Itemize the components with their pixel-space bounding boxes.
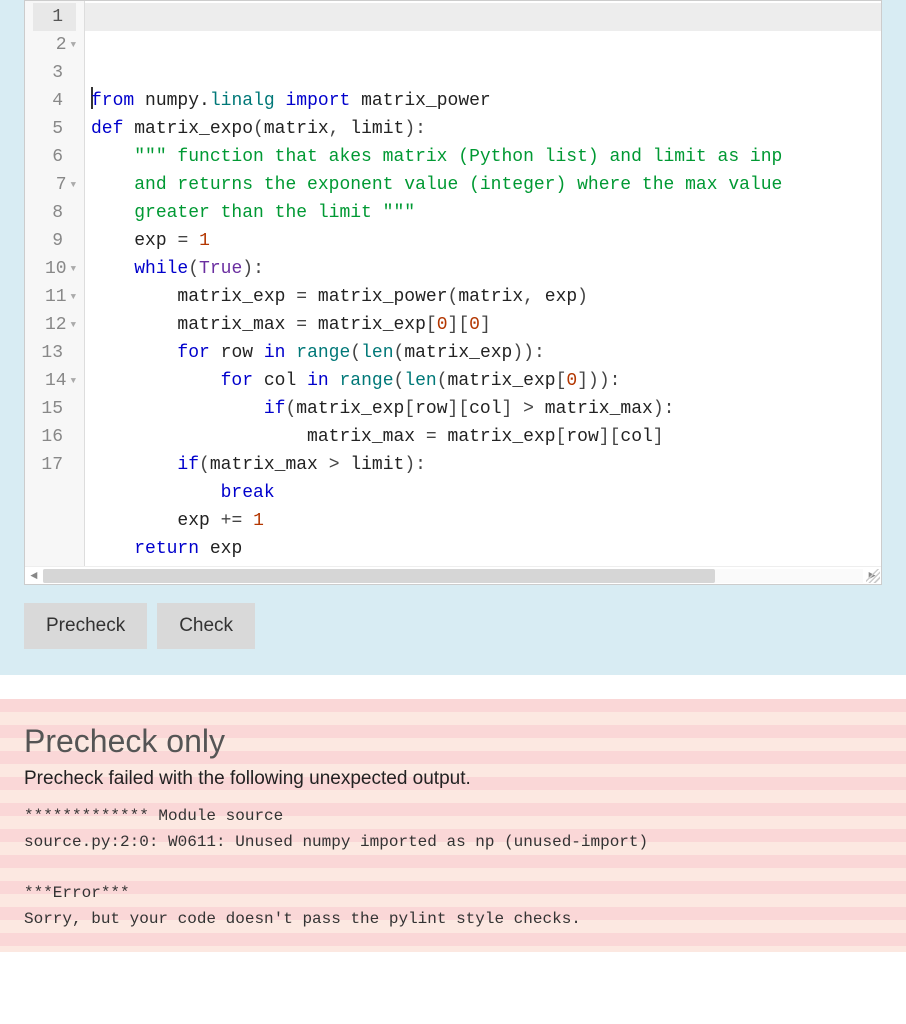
code-line[interactable]: for row in range(len(matrix_exp)): bbox=[91, 339, 881, 367]
code-line[interactable]: for col in range(len(matrix_exp[0])): bbox=[91, 367, 881, 395]
line-number: 2▼ bbox=[33, 31, 76, 59]
editor-panel: 12▼34567▼8910▼11▼12▼1314▼151617 from num… bbox=[0, 0, 906, 675]
line-number: 10▼ bbox=[33, 255, 76, 283]
code-line[interactable]: and returns the exponent value (integer)… bbox=[91, 171, 881, 199]
code-editor[interactable]: 12▼34567▼8910▼11▼12▼1314▼151617 from num… bbox=[24, 0, 882, 585]
code-line[interactable]: """ function that akes matrix (Python li… bbox=[91, 143, 881, 171]
code-line[interactable]: matrix_max = matrix_exp[row][col] bbox=[91, 423, 881, 451]
scroll-left-arrow[interactable]: ◄ bbox=[25, 569, 43, 583]
button-row: Precheck Check bbox=[0, 585, 906, 655]
fold-icon[interactable]: ▼ bbox=[71, 367, 76, 395]
code-line[interactable]: break bbox=[91, 479, 881, 507]
fold-icon[interactable]: ▼ bbox=[71, 31, 76, 59]
line-number: 6 bbox=[33, 143, 76, 171]
code-line[interactable]: if(matrix_max > limit): bbox=[91, 451, 881, 479]
code-line[interactable]: exp += 1 bbox=[91, 507, 881, 535]
code-line[interactable]: greater than the limit """ bbox=[91, 199, 881, 227]
output-panel: Precheck only Precheck failed with the f… bbox=[0, 699, 906, 952]
code-line[interactable]: exp = 1 bbox=[91, 227, 881, 255]
horizontal-scrollbar[interactable]: ◄ ► bbox=[25, 566, 881, 584]
line-number: 15 bbox=[33, 395, 76, 423]
line-number: 14▼ bbox=[33, 367, 76, 395]
line-number: 11▼ bbox=[33, 283, 76, 311]
code-line[interactable]: from numpy.linalg import matrix_power bbox=[91, 87, 881, 115]
code-area[interactable]: from numpy.linalg import matrix_powerdef… bbox=[85, 1, 881, 566]
code-line[interactable]: while(True): bbox=[91, 255, 881, 283]
output-body-2: ***Error*** Sorry, but your code doesn't… bbox=[24, 881, 882, 932]
fold-icon[interactable]: ▼ bbox=[71, 283, 76, 311]
line-number: 1 bbox=[33, 3, 76, 31]
line-number: 8 bbox=[33, 199, 76, 227]
resize-handle[interactable] bbox=[866, 569, 880, 583]
fold-icon[interactable]: ▼ bbox=[71, 311, 76, 339]
code-line[interactable]: matrix_max = matrix_exp[0][0] bbox=[91, 311, 881, 339]
code-line[interactable]: if(matrix_exp[row][col] > matrix_max): bbox=[91, 395, 881, 423]
check-button[interactable]: Check bbox=[157, 603, 255, 649]
scroll-thumb[interactable] bbox=[43, 569, 715, 583]
scroll-track[interactable] bbox=[43, 569, 863, 583]
line-number-gutter: 12▼34567▼8910▼11▼12▼1314▼151617 bbox=[25, 1, 85, 566]
code-line[interactable]: return exp bbox=[91, 535, 881, 563]
fold-icon[interactable]: ▼ bbox=[71, 171, 76, 199]
line-number: 4 bbox=[33, 87, 76, 115]
line-number: 5 bbox=[33, 115, 76, 143]
line-number: 9 bbox=[33, 227, 76, 255]
active-line-highlight bbox=[85, 3, 881, 31]
line-number: 16 bbox=[33, 423, 76, 451]
line-number: 7▼ bbox=[33, 171, 76, 199]
fold-icon[interactable]: ▼ bbox=[71, 255, 76, 283]
line-number: 3 bbox=[33, 59, 76, 87]
precheck-button[interactable]: Precheck bbox=[24, 603, 147, 649]
line-number: 12▼ bbox=[33, 311, 76, 339]
output-message: Precheck failed with the following unexp… bbox=[24, 768, 882, 790]
line-number: 17 bbox=[33, 451, 76, 479]
code-line[interactable]: matrix_exp = matrix_power(matrix, exp) bbox=[91, 283, 881, 311]
line-number: 13 bbox=[33, 339, 76, 367]
code-line[interactable]: def matrix_expo(matrix, limit): bbox=[91, 115, 881, 143]
output-title: Precheck only bbox=[24, 723, 882, 760]
output-body-1: ************* Module source source.py:2:… bbox=[24, 804, 882, 855]
